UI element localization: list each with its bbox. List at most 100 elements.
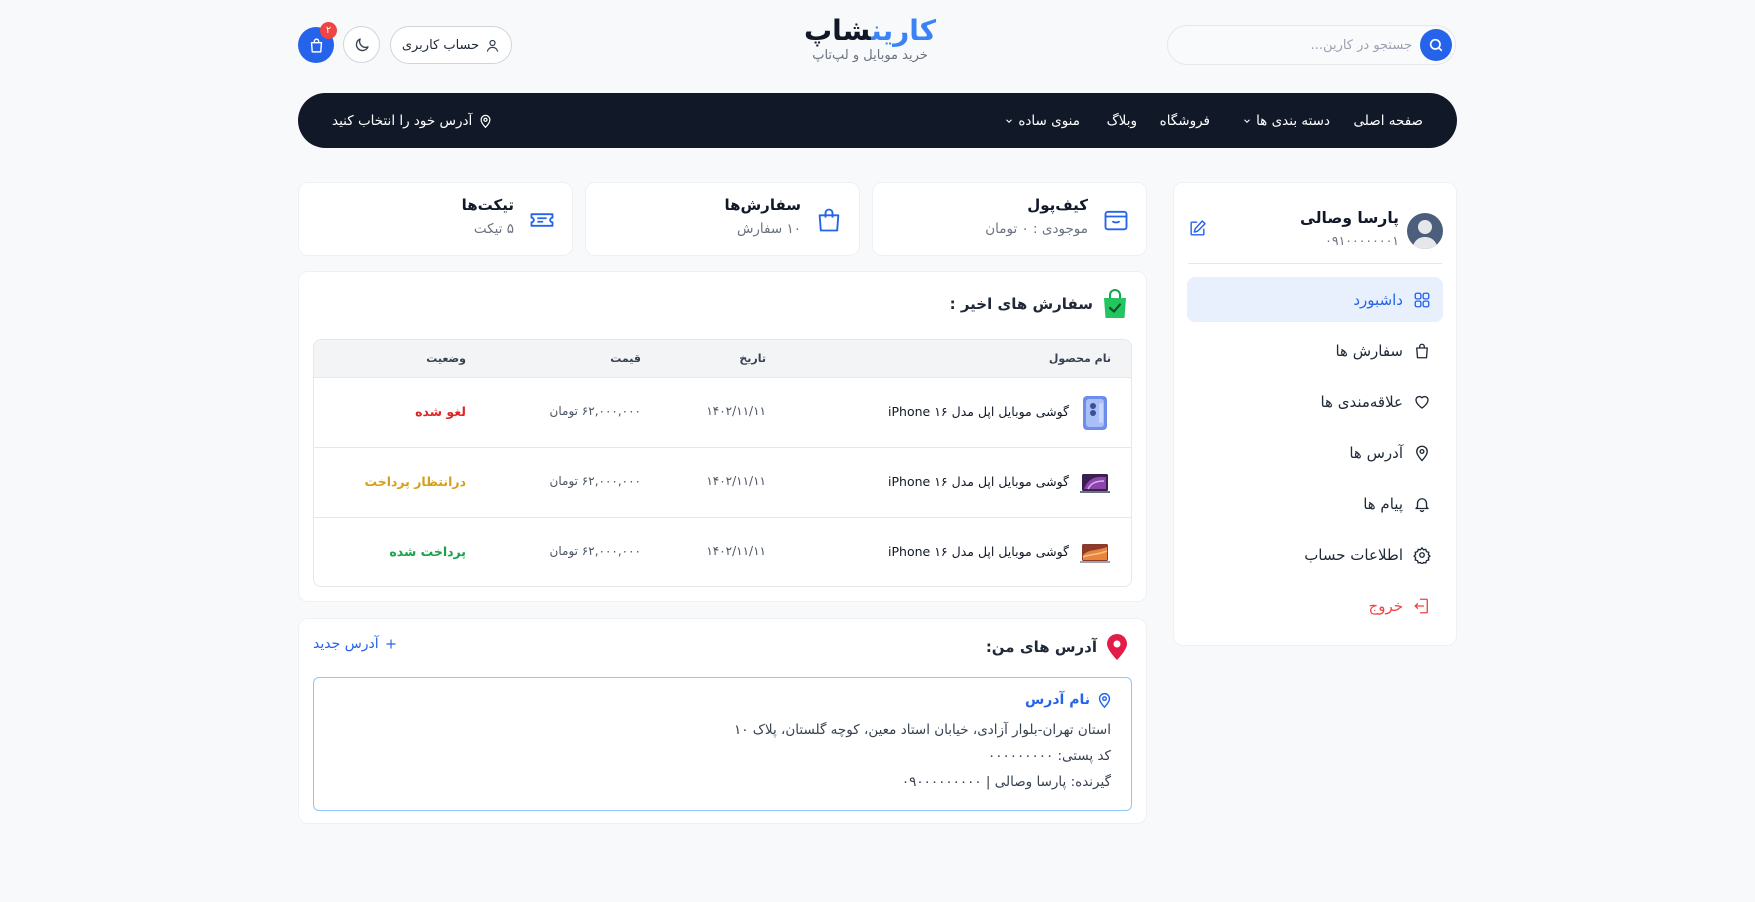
user-icon [487,39,499,52]
sidebar-item-label: آدرس ها [1349,443,1403,462]
address-card[interactable]: نام آدرس استان تهران-بلوار آزادی، خیابان… [313,677,1132,811]
shopping-bag-icon [818,208,840,232]
sidebar-item-messages[interactable]: پیام ها [1187,481,1443,526]
column-status: وضعیت [426,352,466,365]
sidebar-item-label: خروج [1368,596,1403,615]
orders-card[interactable]: سفارش‌ها ۱۰ سفارش [585,182,860,256]
logo-title: کارینشاپ [803,14,936,47]
edit-icon [1190,220,1206,236]
location-icon [1098,692,1111,709]
addresses-title: آدرس های من: [985,638,1097,656]
cart-count-badge: ۲ [320,22,337,39]
order-price: ۶۲,۰۰۰,۰۰۰ تومان [549,474,641,488]
order-price: ۶۲,۰۰۰,۰۰۰ تومان [549,404,641,418]
add-address-button[interactable]: آدرس جدید [313,636,398,652]
avatar-silhouette-icon [1412,220,1438,249]
edit-profile-button[interactable] [1188,219,1207,238]
recent-orders-panel: سفارش های اخیر : نام محصول تاریخ قیمت وض… [298,271,1147,602]
location-pin-icon [480,114,491,128]
sidebar-item-orders[interactable]: سفارش ها [1187,328,1443,373]
profile-sidebar: پارسا وصالی ۰۹۱۰۰۰۰۰۰۰۱ داشبورد سفارش ها… [1173,182,1457,646]
shopping-bag-icon [310,37,322,53]
product-name[interactable]: گوشی موبایل اپل مدل iPhone ۱۶ [888,474,1069,489]
sidebar-item-account-info[interactable]: اطلاعات حساب [1187,532,1443,577]
search-icon [1429,38,1443,52]
sidebar-item-label: علاقه‌مندی ها [1320,392,1403,411]
theme-toggle-button[interactable] [343,26,380,63]
tickets-card[interactable]: تیکت‌ها ۵ تیکت [298,182,573,256]
product-name[interactable]: گوشی موبایل اپل مدل iPhone ۱۶ [888,544,1069,559]
chevron-down-icon [1244,118,1250,123]
orders-title: سفارش‌ها [724,196,801,214]
table-row[interactable]: گوشی موبایل اپل مدل iPhone ۱۶ ۱۴۰۲/۱۱/۱۱… [314,378,1131,448]
shopping-bag-check-icon [1104,289,1126,318]
table-row[interactable]: گوشی موبایل اپل مدل iPhone ۱۶ ۱۴۰۲/۱۱/۱۱… [314,518,1131,586]
sidebar-item-label: داشبورد [1353,290,1403,309]
search-bar [1167,25,1456,65]
column-date: تاریخ [739,352,766,365]
gear-icon [1413,546,1431,564]
order-price: ۶۲,۰۰۰,۰۰۰ تومان [549,544,641,558]
table-header: نام محصول تاریخ قیمت وضعیت [314,340,1131,378]
orders-table: نام محصول تاریخ قیمت وضعیت گوشی موبایل ا… [313,339,1132,587]
site-logo[interactable]: کارینشاپ خرید موبایل و لپ‌تاپ [790,14,950,63]
sidebar-item-logout[interactable]: خروج [1187,583,1443,628]
sidebar-item-favorites[interactable]: علاقه‌مندی ها [1187,379,1443,424]
nav-item-shop[interactable]: فروشگاه [1160,93,1210,148]
table-row[interactable]: گوشی موبایل اپل مدل iPhone ۱۶ ۱۴۰۲/۱۱/۱۱… [314,448,1131,518]
wallet-icon [1104,210,1128,231]
nav-item-blog[interactable]: وبلاگ [1107,93,1137,148]
order-status: پرداخت شده [389,544,466,559]
bell-icon [1415,497,1429,512]
plus-icon [386,639,396,649]
main-navbar: صفحه اصلی دسته بندی ها فروشگاه وبلاگ منو… [298,93,1457,148]
recent-orders-header: سفارش های اخیر : [950,289,1128,319]
receiver: گیرنده: پارسا وصالی | ۰۹۰۰۰۰۰۰۰۰۰ [901,774,1111,790]
logout-icon [1414,598,1428,613]
order-status: درانتظار پرداخت [364,474,466,489]
postal-code: کد پستی: ۰۰۰۰۰۰۰۰۰ [987,748,1111,764]
search-button[interactable] [1420,29,1452,61]
wallet-card[interactable]: کیف‌پول موجودی : ۰ تومان [872,182,1147,256]
chevron-down-icon [1006,118,1013,123]
select-address-button[interactable]: آدرس خود را انتخاب کنید [332,93,493,148]
nav-item-home[interactable]: صفحه اصلی [1354,93,1423,148]
bag-icon [1416,343,1428,358]
ticket-icon [530,213,554,227]
product-thumbnail-phone [1080,395,1110,431]
address-line: استان تهران-بلوار آزادی، خیابان استاد مع… [734,722,1111,738]
logo-tagline: خرید موبایل و لپ‌تاپ [812,48,928,63]
moon-icon [355,37,369,51]
grid-icon [1414,292,1430,307]
avatar [1407,213,1443,249]
address-name: نام آدرس [1025,691,1113,709]
location-icon [1416,445,1428,461]
nav-item-categories[interactable]: دسته بندی ها [1242,93,1330,148]
product-thumbnail-laptop [1080,535,1110,571]
order-date: ۱۴۰۲/۱۱/۱۱ [706,544,766,558]
account-button[interactable]: حساب کاربری [390,26,512,64]
profile-phone: ۰۹۱۰۰۰۰۰۰۰۱ [1325,233,1399,248]
sidebar-item-addresses[interactable]: آدرس ها [1187,430,1443,475]
sidebar-item-dashboard[interactable]: داشبورد [1187,277,1443,322]
tickets-title: تیکت‌ها [461,196,514,214]
account-label: حساب کاربری [401,37,480,53]
order-date: ۱۴۰۲/۱۱/۱۱ [706,474,766,488]
profile-name: پارسا وصالی [1300,209,1399,227]
product-name[interactable]: گوشی موبایل اپل مدل iPhone ۱۶ [888,404,1069,419]
orders-count: ۱۰ سفارش [736,221,801,237]
map-pin-icon [1107,634,1127,660]
addresses-header: آدرس های من: [986,633,1128,661]
divider [1188,263,1442,264]
column-product: نام محصول [1048,352,1111,365]
tickets-count: ۵ تیکت [473,221,514,237]
wallet-title: کیف‌پول [1027,196,1088,214]
nav-item-simple-menu[interactable]: منوی ساده [1004,93,1080,148]
sidebar-item-label: پیام ها [1363,494,1403,513]
order-date: ۱۴۰۲/۱۱/۱۱ [706,404,766,418]
search-input[interactable] [1171,26,1420,64]
add-address-label: آدرس جدید [313,636,379,652]
sidebar-item-label: سفارش ها [1335,341,1403,360]
recent-orders-title: سفارش های اخیر : [949,295,1093,313]
wallet-balance: موجودی : ۰ تومان [985,221,1088,237]
